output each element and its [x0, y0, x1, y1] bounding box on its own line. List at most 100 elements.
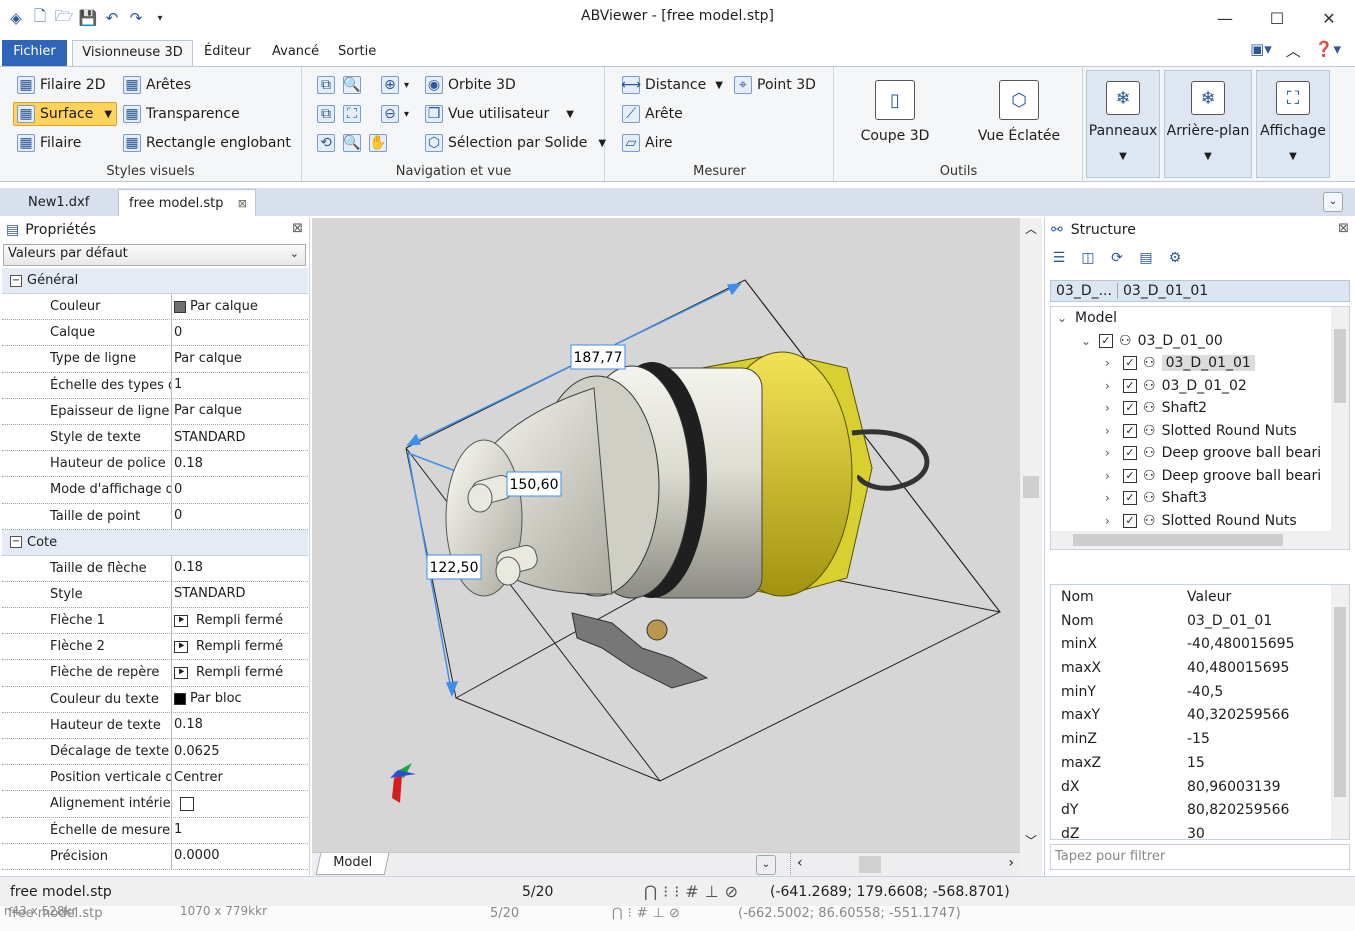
property-row[interactable]: Flèche 1 ⯈ Rempli fermé	[2, 608, 308, 635]
property-row[interactable]: Position verticale du Centrer	[2, 765, 308, 792]
value-row[interactable]: dX 80,96003139	[1051, 779, 1349, 803]
property-value[interactable]: STANDARD	[172, 425, 308, 450]
property-value[interactable]: 0.0625	[172, 739, 308, 764]
panneaux-button[interactable]: ❄ Panneaux ▼	[1086, 70, 1160, 178]
aire-button[interactable]: ▱ Aire	[622, 131, 673, 155]
tree-node[interactable]: › ✓ ⚇ 03_D_01_01	[1051, 352, 1349, 375]
visibility-checkbox[interactable]: ✓	[1099, 333, 1113, 348]
property-row[interactable]: Décalage de texte 0.0625	[2, 739, 308, 766]
filter-input[interactable]: Tapez pour filtrer	[1050, 844, 1350, 870]
zoom-previous-icon[interactable]: 🔍	[343, 134, 361, 152]
pan-view-icon[interactable]: ⧉	[317, 76, 335, 94]
tree-node[interactable]: ⌄ Model	[1051, 307, 1349, 330]
horizontal-scrollbar[interactable]: ‹ ›	[790, 853, 1020, 877]
doc-tab-new1[interactable]: New1.dxf	[18, 189, 99, 216]
visibility-checkbox[interactable]: ✓	[1123, 513, 1137, 528]
property-value[interactable]: Centrer	[172, 765, 308, 790]
settings-icon[interactable]: ⚙	[1165, 248, 1185, 268]
property-value[interactable]: Par bloc	[172, 687, 308, 712]
close-icon[interactable]: ⊠	[292, 221, 303, 236]
property-value[interactable]: STANDARD	[172, 582, 308, 607]
close-icon[interactable]: ⊠	[238, 190, 247, 217]
values-vertical-scrollbar[interactable]	[1331, 585, 1349, 839]
horizontal-layout-icon[interactable]: ☰	[1049, 248, 1069, 268]
property-row[interactable]: Échelle des types de 1	[2, 372, 308, 399]
value-row[interactable]: Nom 03_D_01_01	[1051, 613, 1349, 637]
rotate-3d-icon[interactable]: ⟲	[317, 134, 335, 152]
collapse-chevron-icon[interactable]: ›	[1105, 514, 1123, 528]
tree-node[interactable]: › ✓ ⚇ Slotted Round Nuts	[1051, 420, 1349, 443]
doc-tab-free-model[interactable]: free model.stp ⊠	[118, 189, 256, 216]
property-row[interactable]: Taille de point 0	[2, 503, 308, 530]
checkbox[interactable]	[180, 796, 194, 811]
collapse-icon[interactable]: −	[10, 536, 22, 549]
property-row[interactable]: Hauteur de police 0.18	[2, 451, 308, 478]
scroll-right-icon[interactable]: ›	[1008, 855, 1014, 871]
affichage-button[interactable]: ⛶ Affichage ▼	[1256, 70, 1330, 178]
property-row[interactable]: Type de ligne Par calque	[2, 346, 308, 373]
category-général[interactable]: − Général	[2, 268, 308, 294]
aretes-button[interactable]: ▦ Arêtes	[123, 73, 191, 97]
tab-avance[interactable]: Avancé	[266, 40, 325, 66]
style-switch-icon[interactable]: ▣▾	[1250, 40, 1272, 61]
property-row[interactable]: Style de texte STANDARD	[2, 424, 308, 452]
visibility-checkbox[interactable]: ✓	[1123, 468, 1137, 483]
tab-list-chevron-icon[interactable]: ⌄	[1323, 192, 1343, 212]
split-view-icon[interactable]: ⧉	[317, 105, 335, 123]
tree-node[interactable]: › ✓ ⚇ Shaft3	[1051, 487, 1349, 510]
surface-button[interactable]: ▦ Surface ▼	[13, 102, 118, 126]
zoom-extents-icon[interactable]: ⛶	[343, 105, 361, 123]
properties-preset-select[interactable]: Valeurs par défaut ⌄	[3, 244, 306, 266]
orbite-3d-button[interactable]: ◉ Orbite 3D	[425, 73, 516, 97]
collapse-chevron-icon[interactable]: ›	[1105, 491, 1123, 505]
zoom-in-button[interactable]: ⊕ ▾	[381, 73, 409, 97]
property-value[interactable]: 0.18	[172, 713, 308, 738]
scroll-thumb[interactable]	[1334, 329, 1346, 403]
property-row[interactable]: Échelle de mesures 1	[2, 817, 308, 844]
arete-button[interactable]: ⟋ Arête	[622, 102, 683, 126]
property-row[interactable]: Hauteur de texte 0.18	[2, 712, 308, 739]
collapse-chevron-icon[interactable]: ›	[1105, 401, 1123, 415]
filaire-button[interactable]: ▦ Filaire	[17, 131, 81, 155]
visibility-checkbox[interactable]: ✓	[1123, 401, 1137, 416]
visibility-checkbox[interactable]: ✓	[1123, 491, 1137, 506]
expand-chevron-icon[interactable]: ⌄	[1057, 311, 1075, 325]
3d-viewport[interactable]: 187,77 150,60 122,50	[312, 218, 1020, 852]
property-row[interactable]: Couleur du texte Par bloc	[2, 686, 308, 713]
scroll-thumb[interactable]	[1023, 476, 1039, 498]
visibility-checkbox[interactable]: ✓	[1123, 356, 1137, 371]
value-row[interactable]: maxX 40,480015695	[1051, 660, 1349, 684]
collapse-chevron-icon[interactable]: ›	[1105, 424, 1123, 438]
property-value[interactable]: 0	[172, 504, 308, 529]
visibility-checkbox[interactable]: ✓	[1123, 378, 1137, 393]
value-row[interactable]: dZ 30	[1051, 826, 1349, 839]
snap-toggle-icons[interactable]: ⋂⁝⁝#⊥⊘	[644, 882, 744, 901]
maximize-icon[interactable]: ☐	[1251, 0, 1303, 36]
property-row[interactable]: Alignement intérieur	[2, 791, 308, 818]
value-row[interactable]: minX -40,480015695	[1051, 636, 1349, 660]
property-value[interactable]: 0.0000	[172, 844, 308, 869]
layout-tab-model[interactable]: Model	[315, 853, 390, 875]
tab-sortie[interactable]: Sortie	[332, 40, 382, 66]
point-3d-button[interactable]: ⌖ Point 3D	[734, 73, 816, 97]
tree-node[interactable]: ⌄ ✓ ⚇ 03_D_01_00	[1051, 330, 1349, 353]
property-row[interactable]: Calque 0	[2, 320, 308, 347]
tab-visionneuse-3d[interactable]: Visionneuse 3D	[72, 40, 193, 66]
property-value[interactable]: 0	[172, 320, 308, 345]
property-value[interactable]: Par calque	[172, 399, 308, 424]
scroll-thumb[interactable]	[1073, 534, 1283, 546]
tree-node[interactable]: › ✓ ⚇ Slotted Round Nuts	[1051, 510, 1349, 533]
coupe-3d-button[interactable]: ▯ Coupe 3D	[857, 70, 933, 178]
property-row[interactable]: Mode d'affichage du 0	[2, 477, 308, 504]
expand-chevron-icon[interactable]: ⌄	[1081, 334, 1099, 348]
close-icon[interactable]: ✕	[1303, 0, 1355, 36]
property-row[interactable]: Précision 0.0000	[2, 843, 308, 870]
collapse-icon[interactable]: −	[10, 274, 22, 287]
scroll-thumb[interactable]	[859, 856, 881, 873]
tree-node[interactable]: ›✓ ⚇ Deep groove ball beari	[1051, 465, 1349, 488]
filaire-2d-button[interactable]: ▦ Filaire 2D	[17, 73, 105, 97]
collapse-ribbon-icon[interactable]: ︿	[1286, 40, 1301, 61]
property-row[interactable]: Taille de flèche 0.18	[2, 555, 308, 582]
property-value[interactable]: ⯈ Rempli fermé	[172, 634, 308, 659]
property-value[interactable]: 1	[172, 818, 308, 843]
